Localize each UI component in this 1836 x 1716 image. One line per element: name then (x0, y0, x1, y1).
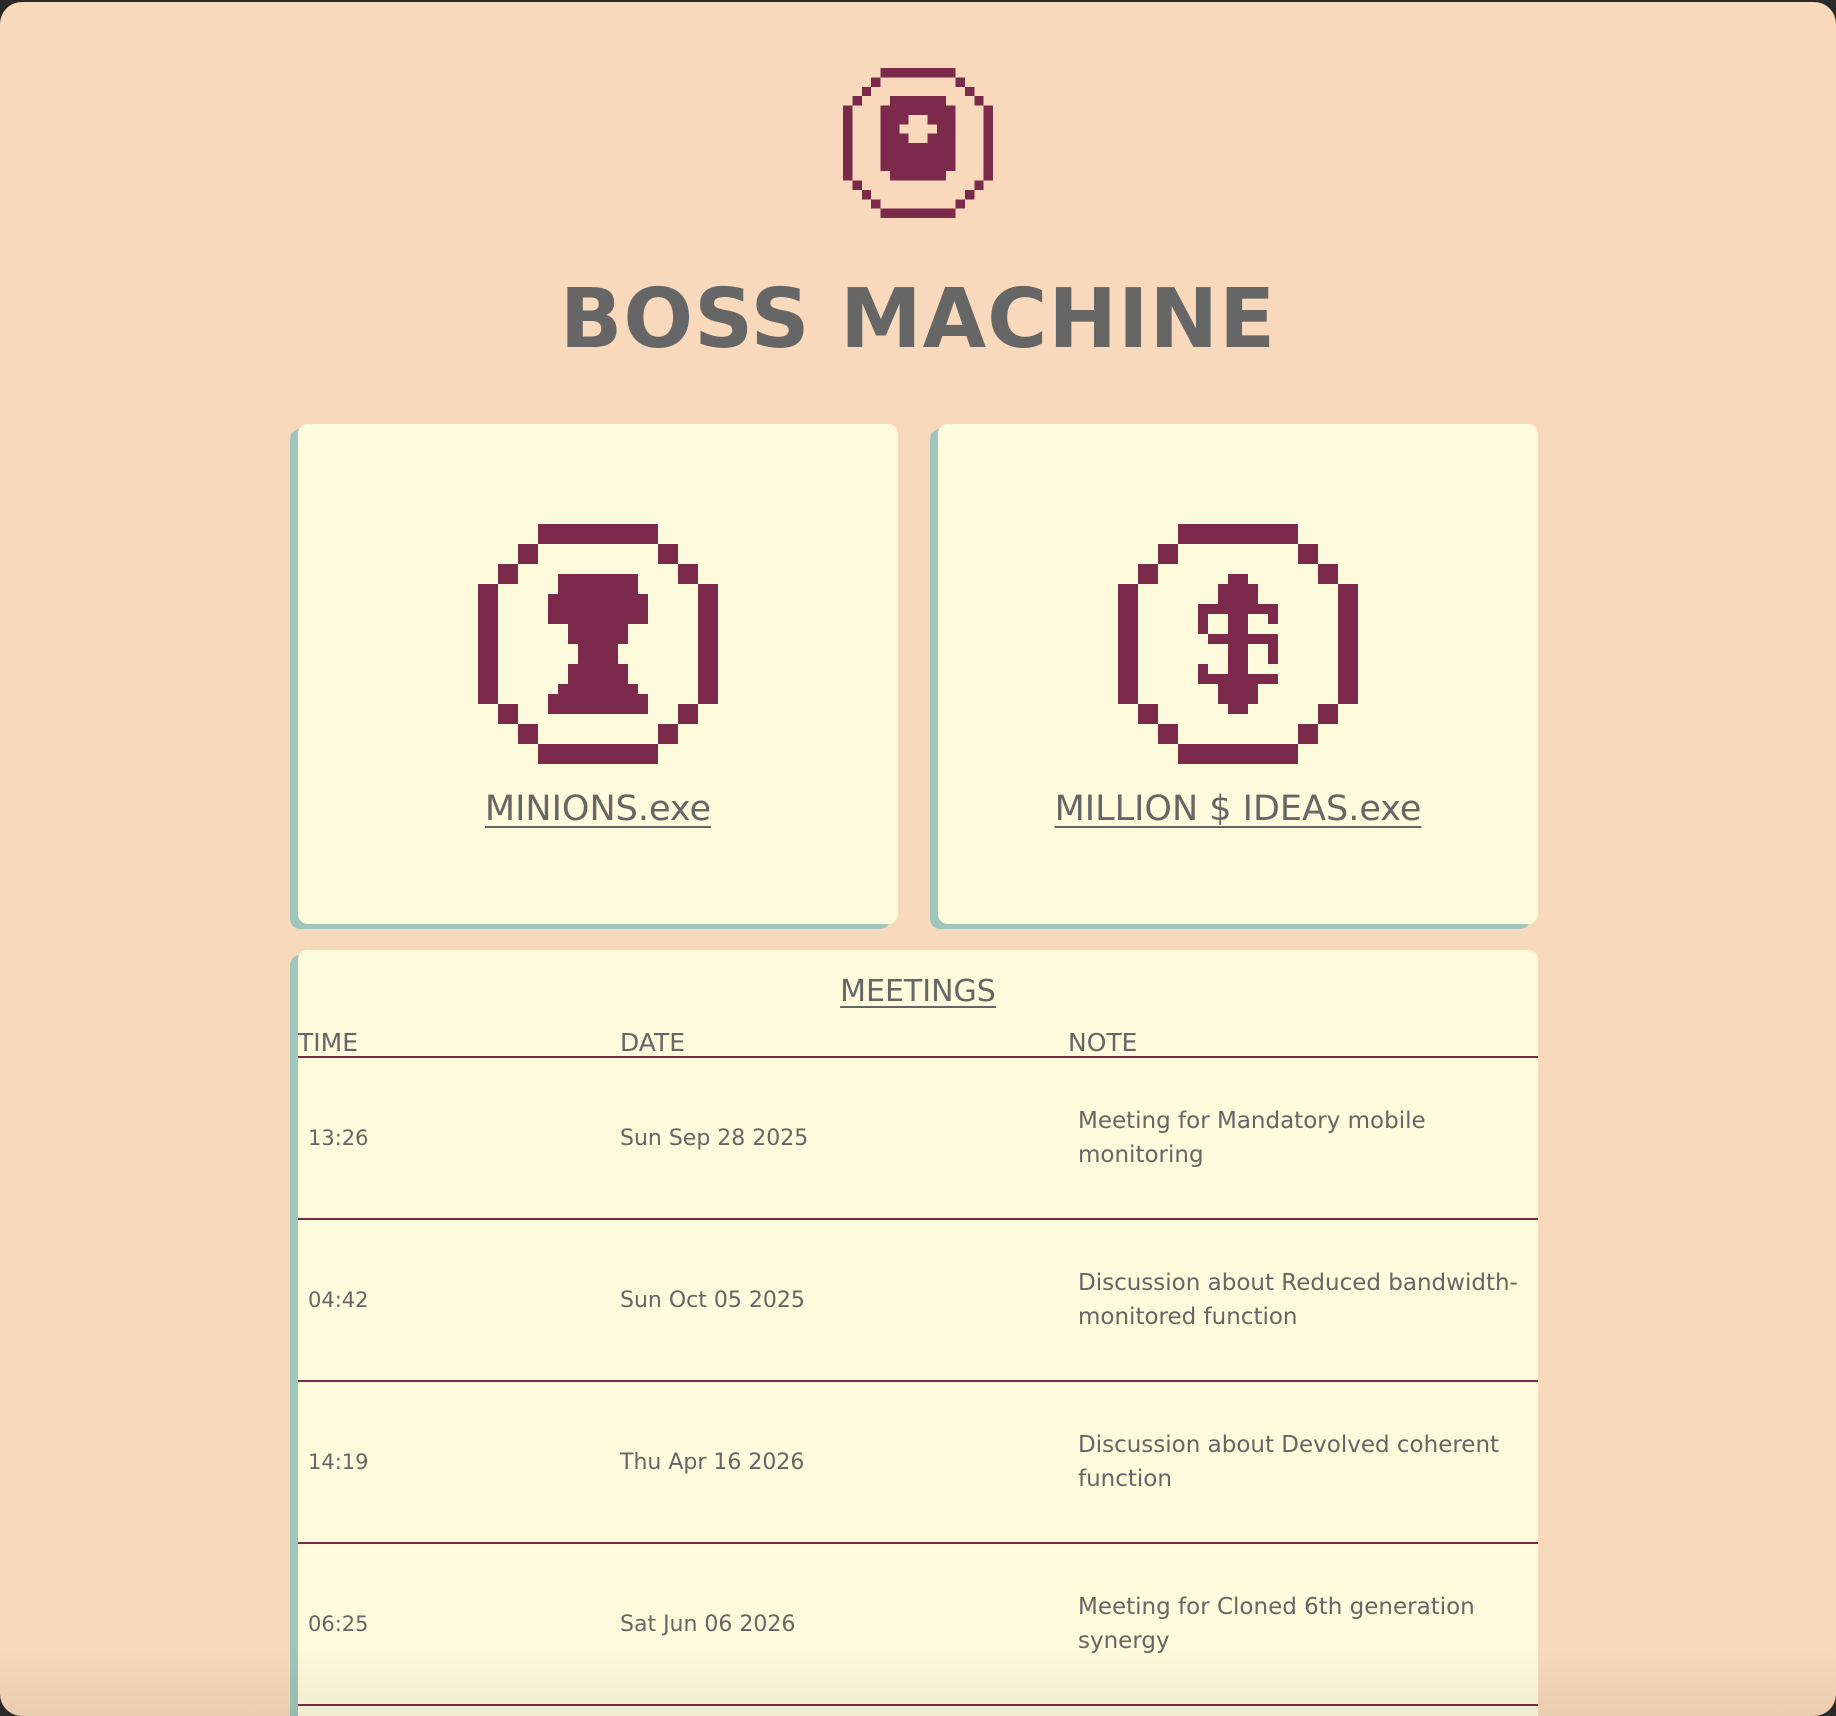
meeting-time: 06:25 (308, 1612, 369, 1636)
meeting-date: Sun Oct 05 2025 (620, 1287, 805, 1313)
meeting-time: 14:19 (308, 1450, 369, 1474)
table-row: 04:42 Sun Oct 05 2025 Discussion about R… (298, 1220, 1538, 1380)
eye-icon (843, 68, 993, 218)
column-header-time: TIME (298, 1028, 359, 1057)
meeting-date: Thu Apr 16 2026 (620, 1449, 805, 1475)
table-row: 14:19 Thu Apr 16 2026 Discussion about D… (298, 1382, 1538, 1542)
meeting-time: 13:26 (308, 1126, 369, 1150)
column-header-date: DATE (620, 1028, 686, 1057)
column-header-note: NOTE (1068, 1028, 1138, 1057)
app-window: BOSS MACHINE MINIONS.exe MILLION $ IDEAS… (0, 2, 1836, 1716)
table-row: 06:25 Sat Jun 06 2026 Meeting for Cloned… (298, 1544, 1538, 1704)
minion-icon[interactable] (478, 524, 718, 764)
row-divider (298, 1704, 1538, 1706)
meetings-panel: MEETINGS TIME DATE NOTE 13:26 Sun Sep 28… (298, 950, 1538, 1716)
page-title: BOSS MACHINE (559, 272, 1277, 367)
ideas-card[interactable]: MILLION $ IDEAS.exe (938, 424, 1538, 924)
minions-card[interactable]: MINIONS.exe (298, 424, 898, 924)
meeting-note: Discussion about Reduced bandwidth-monit… (1078, 1270, 1518, 1330)
table-row: 13:26 Sun Sep 28 2025 Meeting for Mandat… (298, 1058, 1538, 1218)
meeting-time: 04:42 (308, 1288, 369, 1312)
meeting-date: Sat Jun 06 2026 (620, 1611, 796, 1637)
meeting-note: Meeting for Cloned 6th generation synerg… (1078, 1594, 1475, 1654)
dollar-icon[interactable] (1118, 524, 1358, 764)
meeting-date: Sun Sep 28 2025 (620, 1125, 809, 1151)
meeting-note: Discussion about Devolved coherent funct… (1078, 1432, 1500, 1492)
meeting-note: Meeting for Mandatory mobile monitoring (1078, 1108, 1426, 1168)
ideas-link[interactable]: MILLION $ IDEAS.exe (938, 784, 1538, 834)
meetings-title: MEETINGS (840, 974, 996, 1009)
minions-link[interactable]: MINIONS.exe (298, 784, 898, 834)
